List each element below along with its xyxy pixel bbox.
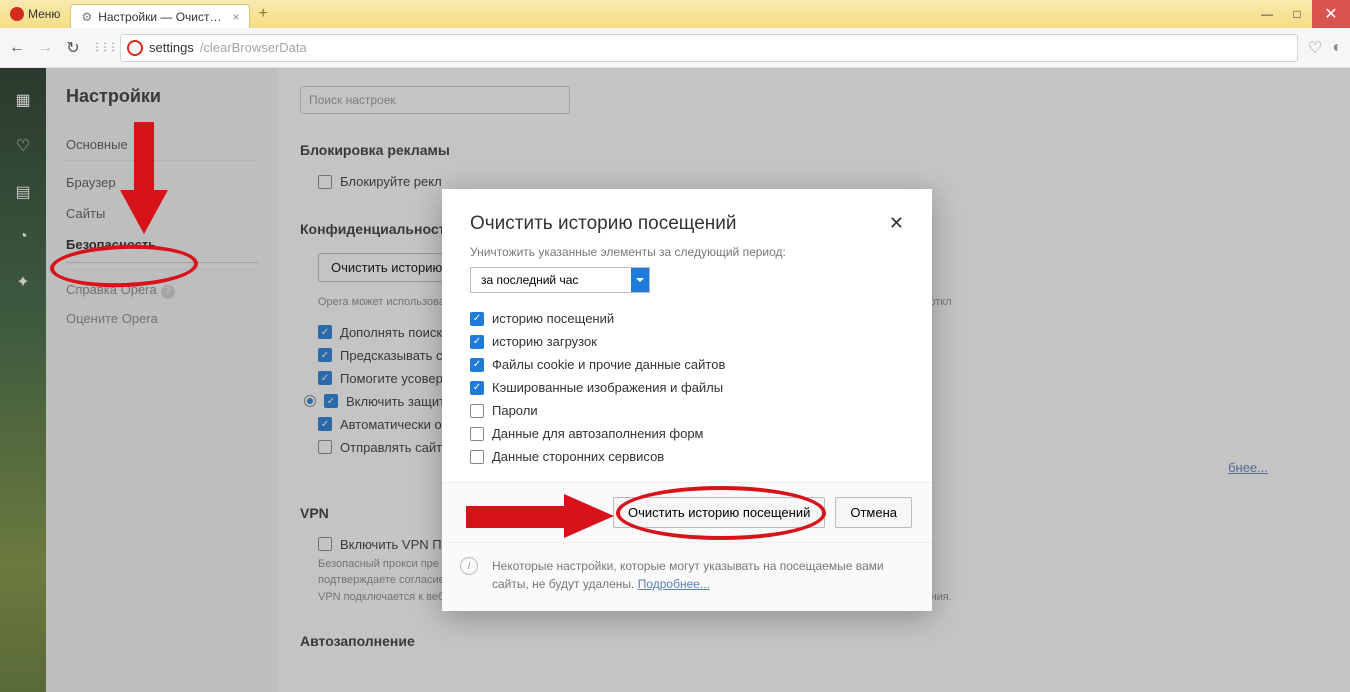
news-icon[interactable]: ▤	[15, 182, 30, 202]
opera-badge-icon	[127, 40, 143, 56]
menu-button[interactable]: Меню	[0, 0, 70, 28]
window-minimize[interactable]: —	[1252, 0, 1282, 28]
checkbox-icon[interactable]	[470, 427, 484, 441]
extensions-rail-icon[interactable]: ✦	[16, 272, 29, 292]
modal-option-row: ✓ историю посещений	[470, 307, 904, 330]
url-part1: settings	[149, 40, 194, 55]
tab-title: Настройки — Очистить и	[98, 10, 226, 24]
opera-icon	[10, 7, 24, 21]
option-label: историю загрузок	[492, 334, 597, 349]
annotation-arrow-icon	[112, 122, 172, 242]
modal-option-row: ✓ Кэшированные изображения и файлы	[470, 376, 904, 399]
option-label: Файлы cookie и прочие данные сайтов	[492, 357, 725, 372]
info-icon: i	[460, 557, 478, 575]
history-icon[interactable]: ◔	[18, 228, 28, 246]
option-label: Данные для автозаполнения форм	[492, 426, 704, 441]
extensions-icon[interactable]: ◐	[1332, 39, 1342, 57]
checkbox-icon[interactable]: ✓	[470, 312, 484, 326]
modal-info-link[interactable]: Подробнее...	[638, 577, 710, 591]
nav-reload-icon[interactable]: ↻	[64, 38, 82, 58]
checkbox-icon[interactable]: ✓	[470, 358, 484, 372]
modal-desc: Уничтожить указанные элементы за следующ…	[470, 245, 904, 259]
modal-option-row: Данные для автозаполнения форм	[470, 422, 904, 445]
window-close[interactable]: ✕	[1312, 0, 1350, 28]
option-label: Данные сторонних сервисов	[492, 449, 664, 464]
modal-title: Очистить историю посещений	[470, 213, 737, 235]
new-tab-button[interactable]: +	[258, 5, 267, 23]
toolbar: ← → ↻ ⋮⋮⋮ settings/clearBrowserData ♡ ◐	[0, 28, 1350, 68]
nav-forward-icon[interactable]: →	[36, 39, 54, 57]
window-maximize[interactable]: □	[1282, 0, 1312, 28]
annotation-ellipse-icon	[616, 486, 826, 540]
checkbox-icon[interactable]	[470, 404, 484, 418]
checkbox-icon[interactable]	[470, 450, 484, 464]
modal-close-icon[interactable]: ✕	[889, 213, 904, 234]
browser-tab[interactable]: ⚙ Настройки — Очистить и ×	[70, 4, 250, 28]
menu-label: Меню	[28, 7, 60, 21]
time-range-select[interactable]: за последний час	[470, 267, 650, 293]
bookmarks-icon[interactable]: ♡	[16, 136, 30, 156]
address-bar[interactable]: settings/clearBrowserData	[120, 34, 1298, 62]
modal-cancel-button[interactable]: Отмена	[835, 497, 912, 528]
heart-icon[interactable]: ♡	[1308, 38, 1322, 58]
modal-option-row: ✓ Файлы cookie и прочие данные сайтов	[470, 353, 904, 376]
modal-info: i Некоторые настройки, которые могут ука…	[442, 542, 932, 611]
gear-icon: ⚙	[81, 10, 92, 24]
option-label: Кэшированные изображения и файлы	[492, 380, 723, 395]
nav-back-icon[interactable]: ←	[8, 39, 26, 57]
modal-option-row: Пароли	[470, 399, 904, 422]
speed-dial-icon[interactable]: ▦	[15, 90, 30, 110]
modal-option-row: ✓ историю загрузок	[470, 330, 904, 353]
url-part2: /clearBrowserData	[200, 40, 307, 55]
tab-close-icon[interactable]: ×	[232, 10, 239, 24]
titlebar: Меню ⚙ Настройки — Очистить и × + — □ ✕	[0, 0, 1350, 28]
option-label: историю посещений	[492, 311, 614, 326]
checkbox-icon[interactable]: ✓	[470, 335, 484, 349]
left-rail: ▦ ♡ ▤ ◔ ✦	[0, 68, 46, 692]
modal-option-row: Данные сторонних сервисов	[470, 445, 904, 468]
option-label: Пароли	[492, 403, 538, 418]
clear-history-modal: Очистить историю посещений ✕ Уничтожить …	[442, 189, 932, 611]
checkbox-icon[interactable]: ✓	[470, 381, 484, 395]
annotation-arrow-icon	[466, 494, 616, 538]
nav-apps-icon[interactable]: ⋮⋮⋮	[92, 42, 110, 53]
